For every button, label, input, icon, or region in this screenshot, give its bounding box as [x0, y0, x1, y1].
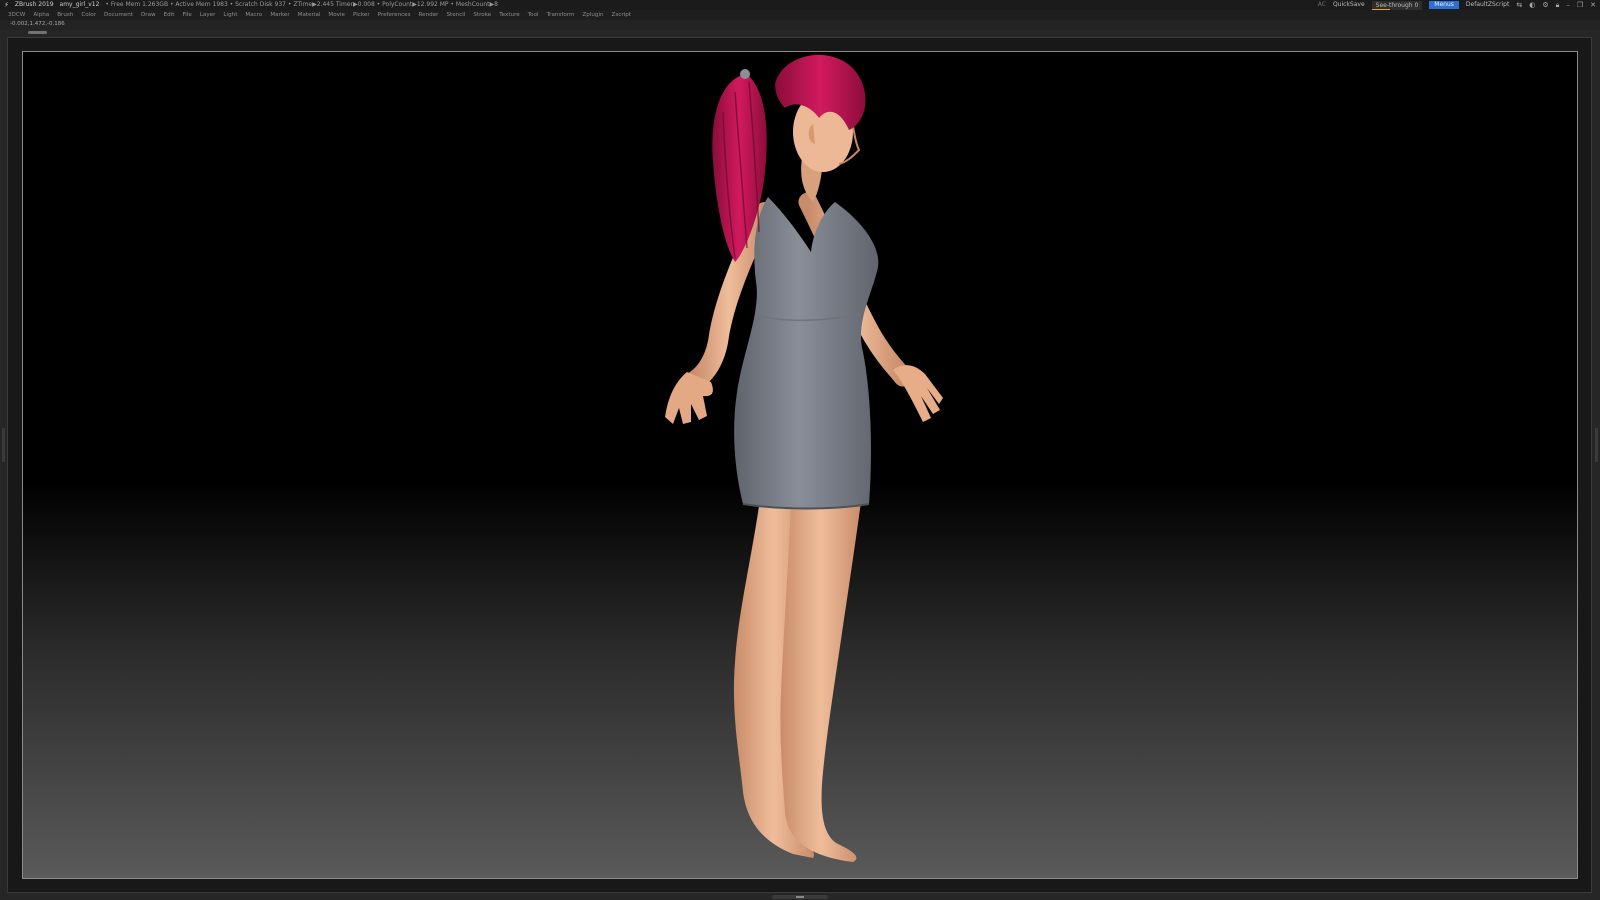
menu-item-zplugin[interactable]: Zplugin — [582, 10, 603, 20]
top-shelf-handle[interactable] — [28, 31, 47, 34]
settings-icon[interactable]: ⚙ — [1542, 0, 1548, 10]
menu-item-file[interactable]: File — [182, 10, 191, 20]
quicksave-button[interactable]: QuickSave — [1333, 0, 1365, 10]
menu-item-picker[interactable]: Picker — [353, 10, 370, 20]
hair-tie — [740, 69, 750, 79]
right-tray-handle[interactable] — [1595, 428, 1598, 462]
menu-item-render[interactable]: Render — [419, 10, 439, 20]
title-bar: ⚡ ZBrush 2019 amy_girl_v12 • Free Mem 1.… — [0, 0, 1600, 10]
menu-item-stencil[interactable]: Stencil — [446, 10, 465, 20]
ac-toggle[interactable]: AC — [1318, 0, 1326, 10]
menu-item-macro[interactable]: Macro — [245, 10, 262, 20]
zbrush-app-icon[interactable]: ⚡ — [4, 0, 9, 10]
default-zscript-button[interactable]: DefaultZScript — [1466, 0, 1509, 10]
minimize-icon[interactable]: – — [1566, 0, 1570, 10]
menu-item-zscript[interactable]: Zscript — [612, 10, 631, 20]
menu-item-color[interactable]: Color — [81, 10, 96, 20]
menu-item-light[interactable]: Light — [223, 10, 237, 20]
menu-item-alpha[interactable]: Alpha — [33, 10, 49, 20]
menu-item-document[interactable]: Document — [104, 10, 133, 20]
dress — [734, 197, 879, 509]
model-render — [665, 54, 943, 862]
menu-item-preferences[interactable]: Preferences — [378, 10, 411, 20]
front-leg — [780, 502, 861, 862]
menu-item-3dcw[interactable]: 3DCW — [8, 10, 25, 20]
lock-icon[interactable]: 🔒︎ — [1556, 0, 1560, 10]
close-icon[interactable]: ✕ — [1590, 0, 1596, 10]
viewport-canvas[interactable] — [22, 51, 1578, 879]
menus-toggle-button[interactable]: Menus — [1429, 1, 1459, 9]
restore-icon[interactable]: ❐ — [1577, 0, 1583, 10]
menu-item-texture[interactable]: Texture — [499, 10, 519, 20]
see-through-slider[interactable]: See-through 0 — [1371, 0, 1423, 10]
interface-icon[interactable]: ◐ — [1529, 0, 1535, 10]
coordinate-bar: -0.002,1.472,-0.186 — [0, 20, 1600, 30]
menu-items: 3DCW Alpha Brush Color Document Draw Edit File L… — [8, 10, 631, 20]
menu-item-edit[interactable]: Edit — [164, 10, 175, 20]
menu-bar: 3DCW Alpha Brush Color Document Draw Edit File L… — [0, 10, 1600, 20]
bottom-shelf-handle[interactable] — [772, 895, 828, 899]
layout-arrows-icon[interactable]: ⇆ — [1516, 0, 1522, 10]
menu-item-marker[interactable]: Marker — [270, 10, 289, 20]
document-title: amy_girl_v12 — [59, 1, 100, 8]
app-name: ZBrush 2019 — [14, 1, 54, 8]
menu-item-material[interactable]: Material — [298, 10, 321, 20]
menu-item-transform[interactable]: Transform — [547, 10, 575, 20]
menu-item-layer[interactable]: Layer — [200, 10, 216, 20]
see-through-label: See-through 0 — [1375, 1, 1419, 9]
menu-item-tool[interactable]: Tool — [528, 10, 539, 20]
menu-item-draw[interactable]: Draw — [141, 10, 156, 20]
menu-item-movie[interactable]: Movie — [328, 10, 345, 20]
left-tray-handle[interactable] — [2, 428, 5, 462]
menu-item-stroke[interactable]: Stroke — [473, 10, 491, 20]
menu-item-brush[interactable]: Brush — [57, 10, 73, 20]
memory-stats: • Free Mem 1.263GB • Active Mem 1983 • S… — [105, 1, 498, 8]
cursor-coordinates: -0.002,1.472,-0.186 — [10, 21, 65, 27]
right-hand — [893, 365, 943, 422]
